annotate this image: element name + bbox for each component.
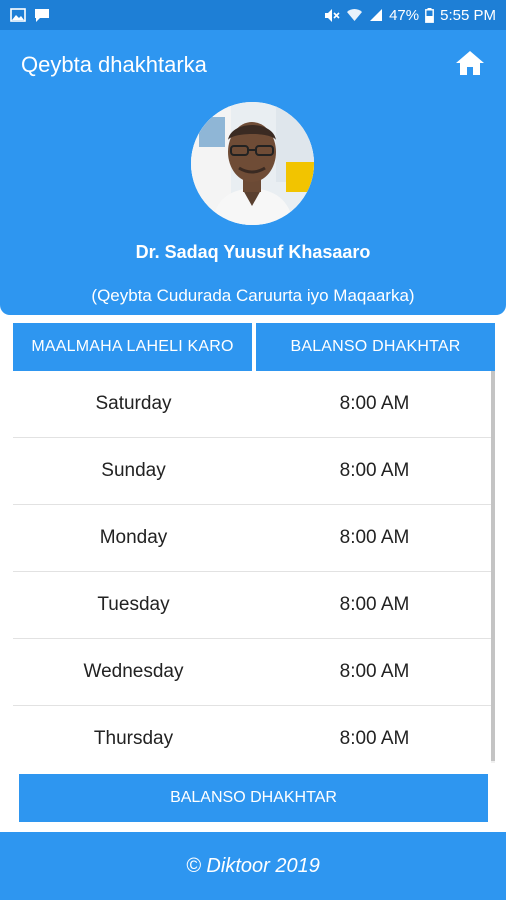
schedule-table: MAALMAHA LAHELI KARO BALANSO DHAKHTAR Sa… [13,323,495,763]
time-cell: 8:00 AM [339,728,410,749]
table-row[interactable]: Sunday 8:00 AM [13,438,495,505]
time-cell: 8:00 AM [339,594,410,615]
day-cell: Saturday [95,393,172,414]
time-cell: 8:00 AM [339,393,410,414]
scrollbar[interactable] [491,371,495,763]
signal-icon [369,8,383,22]
table-row[interactable]: Thursday 8:00 AM [13,706,495,763]
home-button[interactable] [454,50,486,80]
day-cell: Wednesday [83,661,184,682]
battery-icon [425,7,435,23]
home-icon [455,49,485,82]
day-cell: Thursday [93,728,174,749]
time-cell: 8:00 AM [339,661,410,682]
doctor-department: (Qeybta Cudurada Caruurta iyo Maqaarka) [91,286,415,305]
mute-icon [324,8,340,23]
column-header-days: MAALMAHA LAHELI KARO [13,323,252,371]
time-cell: 8:00 AM [339,527,410,548]
footer-copyright: © Diktoor 2019 [186,854,320,877]
scrollbar-thumb[interactable] [491,371,495,761]
day-cell: Tuesday [97,594,170,615]
day-cell: Sunday [101,460,166,481]
wifi-icon [346,8,363,22]
battery-percent: 47% [389,6,420,24]
table-row[interactable]: Wednesday 8:00 AM [13,639,495,706]
table-header: MAALMAHA LAHELI KARO BALANSO DHAKHTAR [13,323,495,371]
doctor-header: Qeybta dhakhtarka Dr. Sadaq Yuusuf Khasa… [0,30,506,315]
table-row[interactable]: Monday 8:00 AM [13,505,495,572]
table-row[interactable]: Saturday 8:00 AM [13,371,495,438]
schedule-list[interactable]: Saturday 8:00 AM Sunday 8:00 AM Monday 8… [13,371,495,763]
column-header-book: BALANSO DHAKHTAR [256,323,495,371]
status-bar: 47% 5:55 PM [0,0,506,30]
message-icon [34,8,50,23]
doctor-name: Dr. Sadaq Yuusuf Khasaaro [135,242,371,262]
status-time: 5:55 PM [440,6,496,24]
day-cell: Monday [99,527,168,548]
table-row[interactable]: Tuesday 8:00 AM [13,572,495,639]
book-doctor-button[interactable]: BALANSO DHAKHTAR [19,774,488,822]
footer: © Diktoor 2019 [0,832,506,900]
time-cell: 8:00 AM [339,460,410,481]
page-title: Qeybta dhakhtarka [21,52,207,77]
doctor-avatar [191,102,314,225]
image-icon [10,8,26,22]
